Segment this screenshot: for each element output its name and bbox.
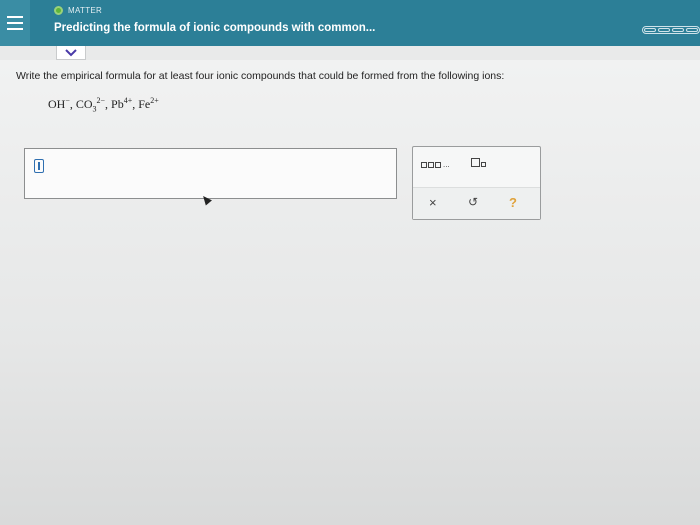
page-title: Predicting the formula of ionic compound… [54, 22, 376, 34]
collapse-chevron-button[interactable] [56, 46, 86, 60]
progress-indicator [642, 26, 700, 34]
multiple-box-tool-button[interactable]: ... [421, 160, 450, 169]
text-cursor-icon [34, 159, 44, 173]
ion-iron: Fe2+ [138, 96, 159, 111]
question-area: Write the empirical formula for at least… [0, 60, 700, 525]
chevron-down-icon [65, 48, 77, 56]
topic-row: MATTER [54, 6, 102, 15]
ion-lead: Pb4+ [111, 96, 133, 111]
top-header: MATTER Predicting the formula of ionic c… [0, 0, 700, 46]
clear-icon[interactable]: × [429, 196, 437, 209]
help-icon[interactable]: ? [509, 196, 517, 209]
ion-list: OH−, CO32−, Pb4+, Fe2+ [48, 96, 159, 114]
answer-input[interactable] [24, 148, 397, 199]
formula-toolbar: ... × ↺ ? [412, 146, 541, 220]
hamburger-menu-icon[interactable] [0, 0, 30, 46]
toolbar-action-row: × ↺ ? [413, 187, 540, 219]
subscript-tool-button[interactable] [471, 158, 486, 169]
topic-status-dot-icon [54, 6, 63, 15]
ion-carbonate: CO32− [75, 96, 106, 114]
ion-hydroxide: OH− [48, 96, 70, 111]
question-prompt: Write the empirical formula for at least… [16, 70, 505, 82]
undo-icon[interactable]: ↺ [468, 196, 478, 208]
topic-label: MATTER [68, 6, 103, 15]
